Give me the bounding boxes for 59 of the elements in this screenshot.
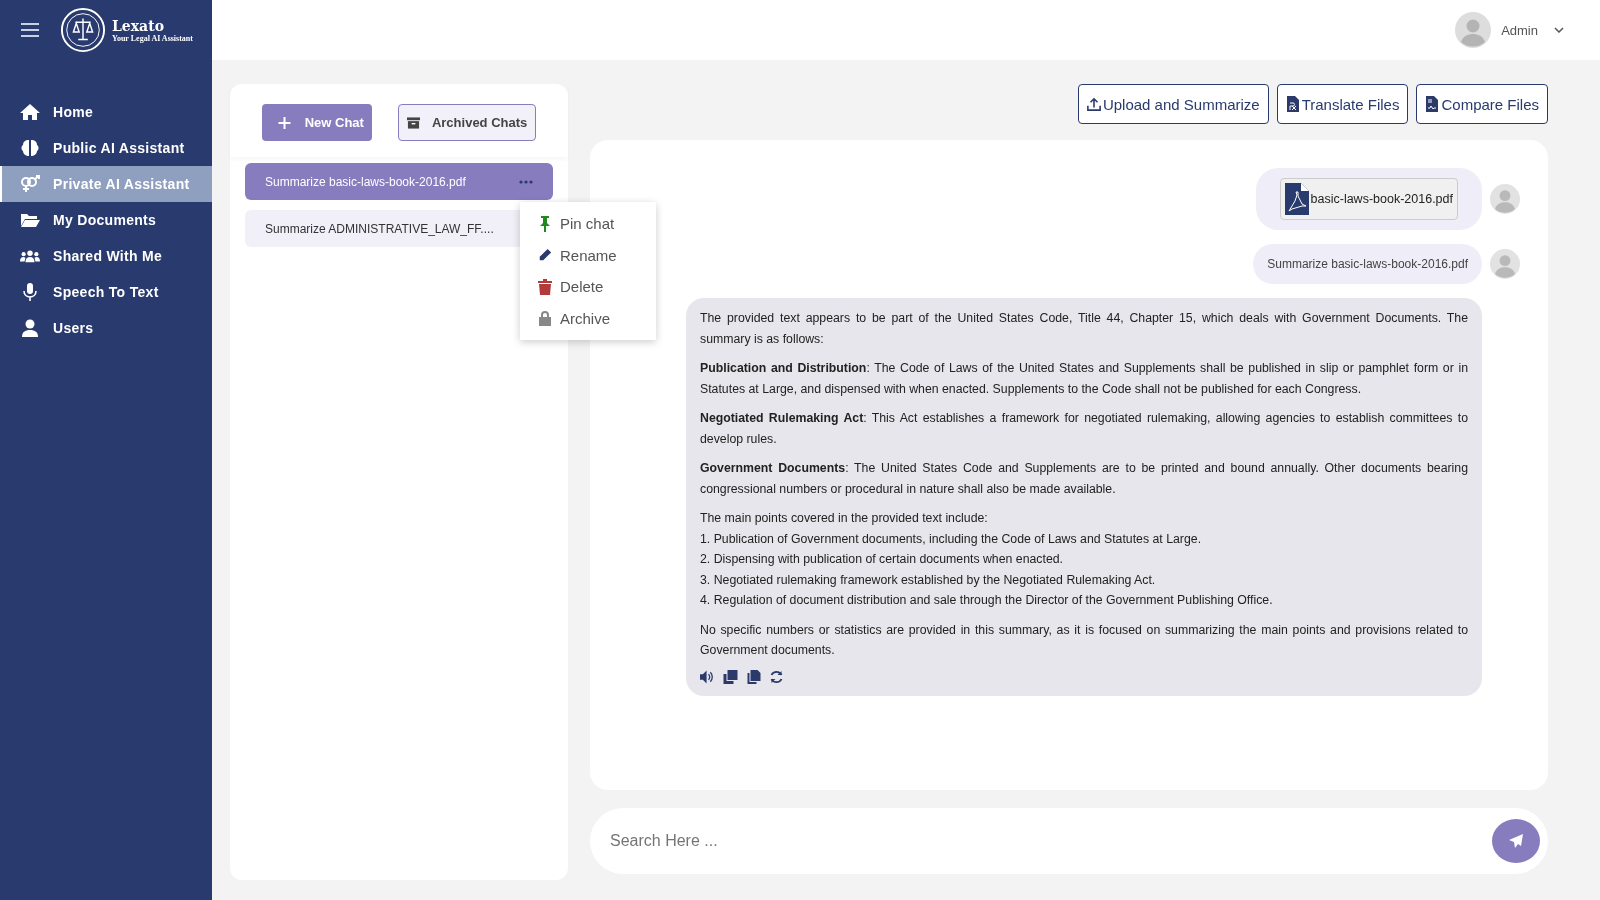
lock-icon: [538, 310, 552, 327]
gender-icon: [20, 175, 40, 193]
document-icon: [1285, 96, 1300, 112]
pin-icon: [538, 215, 552, 232]
brain-icon: [20, 139, 40, 157]
message-bubble: Summarize basic-laws-book-2016.pdf: [1253, 244, 1482, 284]
archived-chats-button[interactable]: Archived Chats: [397, 104, 537, 141]
chat-title: Summarize basic-laws-book-2016.pdf: [265, 174, 466, 189]
sidebar-item[interactable]: Speech To Text: [0, 274, 212, 310]
brand-name: Lexato: [112, 17, 165, 34]
answer-text: 1. Publication of Government documents, including the Code of Laws and Statutes at Large.: [700, 530, 1203, 548]
home-icon: [20, 103, 40, 121]
archive-box-icon: [406, 116, 420, 129]
toolbar-button[interactable]: Translate Files: [1276, 84, 1409, 124]
new-chat-button[interactable]: New Chat: [261, 104, 372, 141]
document-icon: [1425, 96, 1440, 112]
scales-logo-icon: [60, 7, 106, 53]
brand-tagline: Your Legal AI Assistant: [112, 33, 193, 43]
answer-text: 3. Negotiated rulemaking framework established by the Negotiated Rulemaking Act.: [700, 571, 1157, 589]
pdf-file-icon: [1284, 183, 1309, 215]
user-menu[interactable]: Admin: [1455, 12, 1564, 48]
avatar-icon: [1455, 12, 1492, 48]
speaker-icon[interactable]: [700, 669, 715, 684]
chat-title: Summarize ADMINISTRATIVE_LAW_FF....: [265, 221, 494, 236]
answer-text: 2. Dispensing with publication of certain documents when enacted.: [700, 551, 1064, 568]
sidebar-item[interactable]: Home: [0, 94, 212, 130]
send-icon: [1509, 834, 1523, 848]
answer-text: Government Documents: The United States Code and Supplements are to be printed and bound annually. Other documents bearing congressional numbers or procedural in nature shall also be made available.: [700, 460, 1468, 498]
more-options-icon[interactable]: [519, 179, 533, 184]
plus-icon: [277, 116, 291, 129]
sidebar-item[interactable]: Shared With Me: [0, 238, 212, 274]
answer-text: Publication and Distribution: The Code of Laws of the United States and Supplements shall be published in slip or pamphlet form or in Statutes at Large, and dispensed with when enacted. Supplements to the Code shall not be published for each Congress.: [700, 360, 1468, 398]
folder-icon: [20, 211, 40, 229]
toolbar-button[interactable]: Compare Files: [1416, 84, 1548, 124]
answer-text: The provided text appears to be part of the United States Code, Title 44, Chapter 15, which deals with Government Documents. The summary is as follows:: [700, 310, 1468, 348]
paste-icon[interactable]: [746, 669, 761, 684]
toolbar-button[interactable]: Upload and Summarize: [1077, 84, 1269, 124]
caret-icon: [1554, 27, 1564, 33]
answer-text: No specific numbers or statistics are provided in this summary, as it is focused on summarizing the main points and provisions related to Government documents.: [700, 621, 1468, 659]
menu-icon[interactable]: [20, 22, 40, 38]
copy-icon[interactable]: [723, 669, 738, 684]
avatar-icon: [1490, 184, 1520, 214]
menu-item[interactable]: Archive: [520, 302, 656, 334]
sidebar-item[interactable]: Users: [0, 310, 212, 346]
upload-icon: [1086, 96, 1101, 112]
search-field[interactable]: Search Here ...: [590, 808, 1548, 874]
answer-text: The main points covered in the provided text include:: [700, 510, 989, 527]
sidebar-item[interactable]: Public AI Assistant: [0, 130, 212, 166]
chat-item[interactable]: Summarize basic-laws-book-2016.pdf: [245, 163, 553, 200]
sidebar-item[interactable]: My Documents: [0, 202, 212, 238]
avatar-icon: [1490, 249, 1520, 279]
refresh-icon[interactable]: [769, 669, 784, 684]
menu-item[interactable]: Delete: [520, 271, 656, 303]
microphone-icon: [20, 283, 40, 301]
file-attachment[interactable]: basic-laws-book-2016.pdf: [1279, 178, 1458, 220]
answer-text: 4. Regulation of document distribution and sale through the Director of the Government Publishing Office.: [700, 592, 1274, 609]
trash-icon: [538, 278, 552, 295]
answer-text: Negotiated Rulemaking Act: This Act establishes a framework for negotiated rulemaking, allowing agencies to establish committees to develop rules.: [700, 410, 1468, 448]
user-icon: [20, 319, 40, 337]
